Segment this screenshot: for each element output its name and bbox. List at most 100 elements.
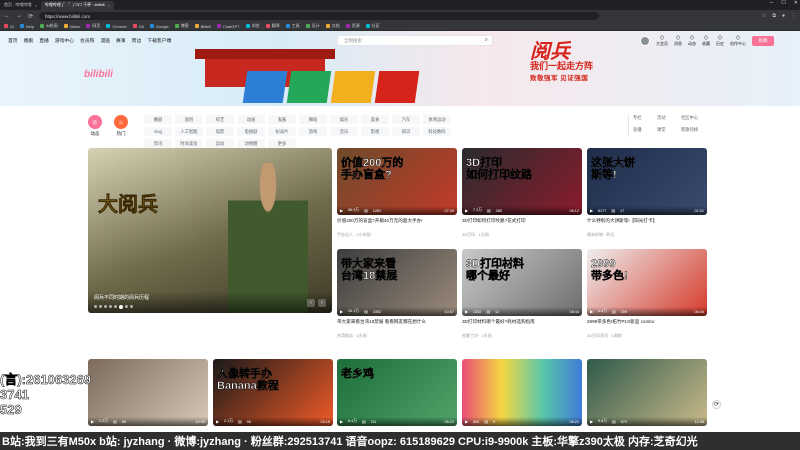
dynamic-label[interactable]: 动态 (87, 131, 103, 137)
nav-item[interactable]: 周边 (132, 37, 142, 44)
video-card[interactable]: ▶ 9.6万 ▤ 870 12:08 (587, 359, 707, 443)
video-thumbnail[interactable]: 人像转手办 Banana教程 ▶ 2.1万 ▤ 96 03:15 (213, 359, 333, 426)
video-thumbnail[interactable]: 2999 带多色! ▶ 4.8万 ▤ 309 06:44 (587, 249, 707, 316)
forward-icon[interactable]: → (16, 13, 22, 19)
hot-label[interactable]: 热门 (113, 131, 129, 137)
tab-1[interactable]: 首页 - 哔哩哔哩 × (0, 1, 41, 10)
carousel-dot[interactable] (125, 305, 128, 308)
search-icon[interactable]: ⌕ (485, 37, 488, 44)
video-card[interactable]: 2999 带多色! ▶ 4.8万 ▤ 309 06:44 2999带多色!拓竹P1S新品 c… (587, 249, 707, 339)
video-thumbnail[interactable]: 价值200万的 手办盲盒? ▶ 36.9万 ▤ 1281 07:49 (337, 148, 457, 215)
dynamic-icon[interactable]: ◎ (88, 115, 102, 129)
video-thumbnail[interactable]: 带大家来看 台湾18禁展 ▶ 16.1万 ▤ 4352 10:57 (337, 249, 457, 316)
extensions-icon[interactable]: ⧉ (772, 13, 776, 19)
channel-chip[interactable]: 资讯 (144, 139, 172, 148)
menu-icon[interactable]: ⋮ (791, 13, 796, 19)
quick-link[interactable]: 课堂 (657, 127, 679, 136)
carousel[interactable]: 大阅兵 阅兵不同时期的阅兵历程 ‹ › (88, 148, 332, 313)
user-menu-item[interactable]: ◇ 大会员 (656, 34, 668, 47)
video-card[interactable]: ▶ 1.2万 ▤ 88 10:03 (88, 359, 208, 443)
carousel-dot-active[interactable] (119, 305, 123, 309)
channel-chip[interactable]: 电影 (206, 127, 234, 136)
bookmark-item[interactable]: ChatGPT (216, 24, 240, 29)
bookmark-item[interactable]: Bilibili (194, 24, 211, 29)
carousel-dot[interactable] (99, 305, 102, 308)
quick-link[interactable]: 专栏 (633, 115, 655, 124)
video-thumbnail[interactable]: 老乡鸡 ▶ 6.4万 ▤ 211 05:22 (337, 359, 457, 426)
video-thumbnail[interactable]: 3D打印 如何打印纹路 ▶ 7.2万 ▤ 380 06:12 (462, 148, 582, 215)
quick-link[interactable]: 直播 (633, 127, 655, 136)
nav-item[interactable]: 赛事 (116, 37, 126, 44)
channel-chip[interactable]: 动物圈 (237, 139, 265, 148)
video-title[interactable]: 2999带多色!拓竹P1S新品 combo (587, 319, 707, 331)
nav-item[interactable]: 番剧 (24, 37, 34, 44)
nav-item[interactable]: 直播 (39, 37, 49, 44)
channel-chip[interactable]: 综艺 (206, 115, 234, 124)
video-title[interactable]: 3D打印材料哪个最好?耗材选购指南 (462, 319, 582, 331)
carousel-dot[interactable] (114, 305, 117, 308)
bookmark-item[interactable]: 资源 (345, 23, 360, 29)
quick-link[interactable]: 社区中心 (681, 115, 703, 124)
nav-item[interactable]: 下载客户端 (147, 37, 171, 44)
bilibili-logo[interactable]: bilibili (84, 69, 113, 80)
video-meta[interactable]: 台湾探店 · 3天前 (337, 333, 457, 339)
carousel-dot[interactable] (94, 305, 97, 308)
bookmark-item[interactable]: Git (132, 24, 144, 29)
channel-chip[interactable]: 国创 (175, 115, 203, 124)
back-icon[interactable]: ← (4, 13, 10, 19)
video-thumbnail[interactable]: ▶ 800 ▤ 9 06:21 (462, 359, 582, 426)
carousel-dot[interactable] (104, 305, 107, 308)
bookmark-item[interactable]: 工具 (285, 23, 300, 29)
user-menu-item[interactable]: ◇ 消息 (674, 34, 682, 47)
video-meta[interactable]: 3D打印资讯 · 1周前 (587, 333, 707, 339)
channel-chip[interactable]: 科技数码 (423, 127, 451, 136)
profile-icon[interactable]: ● (782, 13, 785, 19)
bookmark-item[interactable]: 网页 (86, 23, 100, 29)
nav-item[interactable]: 漫画 (100, 37, 110, 44)
channel-chip[interactable]: 运动 (206, 139, 234, 148)
carousel-caption[interactable]: 阅兵不同时期的阅兵历程 (94, 294, 149, 301)
channel-chip[interactable]: 影视 (361, 127, 389, 136)
video-meta[interactable]: 3D打印 · 1天前 (462, 232, 582, 238)
minimize-icon[interactable]: ─ (770, 0, 774, 6)
user-menu-item[interactable]: ◇ 收藏 (702, 34, 710, 47)
video-title[interactable]: 价值200万的盲盒?开箱40万元的超大手办! (337, 218, 457, 230)
tab-2[interactable]: 哔哩哔哩 (゜-゜)つロ 干杯~-bilibili × (40, 0, 114, 10)
bookmark-item[interactable]: Chrome (106, 24, 127, 29)
video-card[interactable]: 价值200万的 手办盲盒? ▶ 36.9万 ▤ 1281 07:49 价值200万的盲盒?开… (337, 148, 457, 238)
channel-chip[interactable]: vlog (144, 127, 172, 136)
channel-chip[interactable]: 体育运动 (423, 115, 451, 124)
refresh-icon[interactable]: ⟳ (712, 400, 721, 409)
user-menu-item[interactable]: ◇ 动态 (688, 34, 696, 47)
bookmark-item[interactable]: AI (4, 24, 14, 29)
user-menu-item[interactable]: ◇ 历史 (716, 34, 724, 47)
video-title[interactable]: 3D打印如何打印纹路?花式打印 (462, 218, 582, 230)
channel-chip[interactable]: 汽车 (392, 115, 420, 124)
user-menu-item[interactable]: ◇ 创作中心 (730, 34, 746, 47)
video-card[interactable]: 3D打印 如何打印纹路 ▶ 7.2万 ▤ 380 06:12 3D打印如何打印纹路?花式打印… (462, 148, 582, 238)
chevron-right-icon[interactable]: › (318, 299, 326, 307)
video-card[interactable]: 带大家来看 台湾18禁展 ▶ 16.1万 ▤ 4352 10:57 带大家来看台湾18禁展 … (337, 249, 457, 339)
video-thumbnail[interactable]: 这张大饼 斯等! ▶ 8177 ▤ 17 01:01 (587, 148, 707, 215)
video-card[interactable]: 人像转手办 Banana教程 ▶ 2.1万 ▤ 96 03:15 (213, 359, 333, 443)
avatar[interactable] (640, 35, 650, 46)
video-card[interactable]: 3D打印材料 哪个最好 ▶ 1302 ▤ 12 08:44 3D打印材料哪个最好?耗材选购指… (462, 249, 582, 339)
bookmark-item[interactable]: 社区 (365, 23, 380, 29)
channel-chip[interactable]: 舞蹈 (299, 115, 327, 124)
url-input[interactable]: https://www.bilibili.com (39, 12, 600, 20)
quick-link[interactable]: 活动 (657, 115, 679, 124)
bookmark-item[interactable]: 浏览 (245, 23, 260, 29)
video-thumbnail[interactable]: ▶ 1.2万 ▤ 88 10:03 (88, 359, 208, 426)
reload-icon[interactable]: ⟳ (28, 13, 33, 20)
video-title[interactable]: 什么特别的大饼斯等!【阳光打卡】 (587, 218, 707, 230)
nav-item[interactable]: 游戏中心 (55, 37, 74, 44)
chevron-left-icon[interactable]: ‹ (307, 299, 315, 307)
video-card[interactable]: 这张大饼 斯等! ▶ 8177 ▤ 17 01:01 什么特别的大饼斯等!【阳光打卡】 周末好… (587, 148, 707, 238)
hot-icon[interactable]: ♨ (114, 115, 128, 129)
video-thumbnail[interactable]: 3D打印材料 哪个最好 ▶ 1302 ▤ 12 08:44 (462, 249, 582, 316)
nav-item[interactable]: 首页 (8, 37, 18, 44)
star-icon[interactable]: ☆ (762, 13, 766, 19)
search-input[interactable]: 全网搜索 ⌕ (337, 35, 493, 46)
bookmark-item[interactable]: Vision (63, 24, 80, 29)
channel-chip[interactable]: 游戏 (299, 127, 327, 136)
